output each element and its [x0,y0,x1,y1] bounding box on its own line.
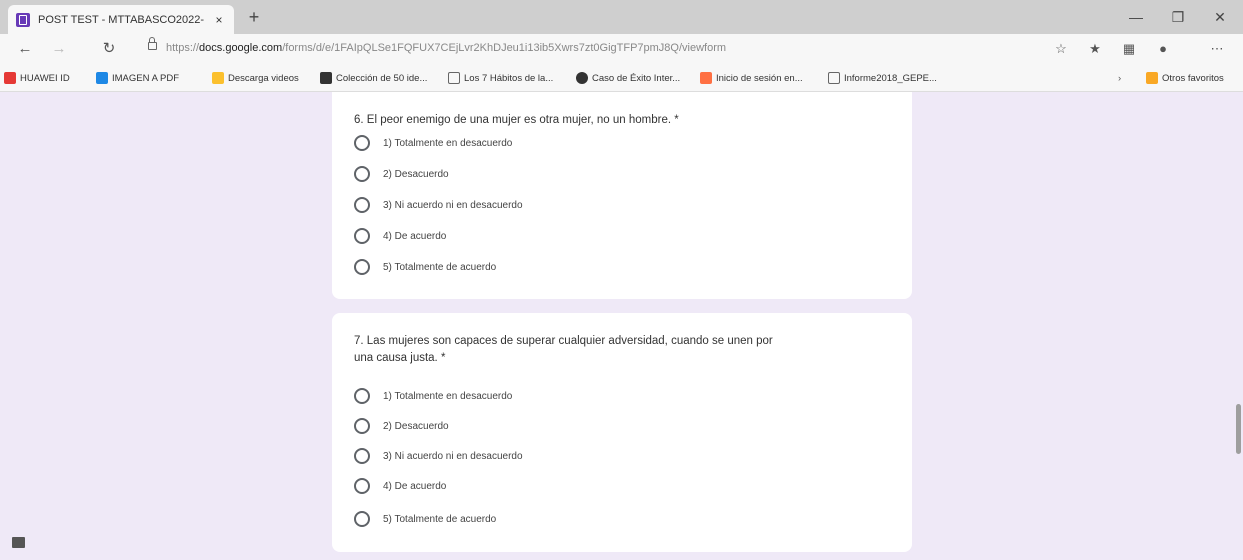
question-title-line-1: 7. Las mujeres son capaces de superar cu… [354,335,773,347]
folder-icon [212,72,224,84]
close-window-icon[interactable]: ✕ [1202,6,1238,28]
bookmark-descarga-videos[interactable]: Descarga videos [212,70,299,86]
question-title: 6. El peor enemigo de una mujer es otra … [354,114,679,126]
ie-icon [320,72,332,84]
radio-button[interactable] [354,259,370,275]
option-4[interactable]: 4) De acuerdo [354,476,446,496]
option-label: 1) Totalmente en desacuerdo [383,137,513,149]
page-icon [828,72,840,84]
bookmark-caso-exito[interactable]: Caso de Éxito Inter... [576,70,680,86]
bookmark-label: Descarga videos [228,72,299,84]
radio-button[interactable] [354,418,370,434]
globe-icon [576,72,588,84]
bookmark-otros-favoritos[interactable]: Otros favoritos [1146,70,1224,86]
bookmark-imagen-a-pdf[interactable]: IMAGEN A PDF [96,70,179,86]
bookmark-inicio-sesion[interactable]: Inicio de sesión en... [700,70,803,86]
profile-avatar-icon[interactable]: ● [1152,40,1174,58]
collections-icon[interactable]: ▦ [1118,40,1140,58]
bookmark-huawei-id[interactable]: HUAWEI ID [4,70,70,86]
radio-button[interactable] [354,197,370,213]
refresh-icon[interactable]: ↻ [98,39,120,59]
bookmarks-overflow-chevron-icon[interactable]: › [1118,70,1121,86]
bookmark-habitos[interactable]: Los 7 Hábitos de la... [448,70,553,86]
minimize-icon[interactable]: — [1118,6,1154,28]
bookmark-informe[interactable]: Informe2018_GEPE... [828,70,937,86]
forward-icon[interactable]: → [48,39,70,59]
question-title: 7. Las mujeres son capaces de superar cu… [354,333,773,367]
option-2[interactable]: 2) Desacuerdo [354,164,449,184]
folder-icon [1146,72,1158,84]
bookmark-label: Otros favoritos [1162,72,1224,84]
google-forms-icon [16,12,30,27]
question-card-6: 6. El peor enemigo de una mujer es otra … [332,92,912,299]
question-card-7: 7. Las mujeres son capaces de superar cu… [332,313,912,552]
lock-icon [148,37,157,50]
question-title-line-2: una causa justa. * [354,352,446,364]
restore-icon[interactable]: ❐ [1160,6,1196,28]
page-icon [448,72,460,84]
radio-button[interactable] [354,478,370,494]
radio-button[interactable] [354,228,370,244]
browser-tab[interactable]: POST TEST - MTTABASCO2022- × [8,5,234,34]
bookmark-coleccion[interactable]: Colección de 50 ide... [320,70,427,86]
option-label: 2) Desacuerdo [383,420,449,432]
bookmark-label: Colección de 50 ide... [336,72,428,84]
radio-button[interactable] [354,166,370,182]
favorite-star-icon[interactable]: ☆ [1050,40,1072,58]
option-label: 3) Ni acuerdo ni en desacuerdo [383,450,523,462]
option-5[interactable]: 5) Totalmente de acuerdo [354,257,496,277]
pdf-icon [96,72,108,84]
option-label: 1) Totalmente en desacuerdo [383,390,513,402]
url-path: /forms/d/e/1FAIpQLSe1FQFUX7CEjLvr2KhDJeu… [282,42,727,54]
tab-title: POST TEST - MTTABASCO2022- [38,13,205,26]
option-1[interactable]: 1) Totalmente en desacuerdo [354,386,512,406]
option-label: 2) Desacuerdo [383,168,449,180]
more-menu-icon[interactable]: ⋯ [1206,40,1228,58]
address-toolbar: ← → ↻ https://docs.google.com/forms/d/e/… [0,34,1243,64]
bookmark-label: Informe2018_GEPE... [844,72,937,84]
radio-button[interactable] [354,388,370,404]
tab-strip: POST TEST - MTTABASCO2022- × + — ❐ ✕ [0,0,1243,34]
bookmark-label: Inicio de sesión en... [716,72,803,84]
option-label: 4) De acuerdo [383,230,447,242]
option-3[interactable]: 3) Ni acuerdo ni en desacuerdo [354,446,523,466]
bookmark-label: HUAWEI ID [20,72,70,84]
option-1[interactable]: 1) Totalmente en desacuerdo [354,133,512,153]
bookmark-label: IMAGEN A PDF [112,72,180,84]
radio-button[interactable] [354,448,370,464]
option-label: 3) Ni acuerdo ni en desacuerdo [383,199,523,211]
huawei-icon [4,72,16,84]
option-4[interactable]: 4) De acuerdo [354,226,446,246]
option-3[interactable]: 3) Ni acuerdo ni en desacuerdo [354,195,523,215]
radio-button[interactable] [354,511,370,527]
option-label: 5) Totalmente de acuerdo [383,513,497,525]
address-bar[interactable]: https://docs.google.com/forms/d/e/1FAIpQ… [166,42,926,54]
favorites-icon[interactable]: ★ [1084,40,1106,58]
feedback-icon[interactable] [12,537,25,548]
new-tab-button[interactable]: + [242,6,266,28]
bookmark-label: Los 7 Hábitos de la... [464,72,554,84]
bookmarks-bar: HUAWEI ID IMAGEN A PDF Descarga videos C… [0,64,1243,92]
option-2[interactable]: 2) Desacuerdo [354,416,449,436]
bookmark-label: Caso de Éxito Inter... [592,72,681,84]
back-icon[interactable]: ← [14,39,36,59]
option-label: 5) Totalmente de acuerdo [383,261,497,273]
scrollbar-thumb[interactable] [1236,404,1241,454]
url-prefix: https:// [166,42,200,54]
site-icon [700,72,712,84]
option-5[interactable]: 5) Totalmente de acuerdo [354,509,496,529]
url-host: docs.google.com [199,42,283,54]
radio-button[interactable] [354,135,370,151]
tab-close-icon[interactable]: × [212,13,226,27]
option-label: 4) De acuerdo [383,480,447,492]
